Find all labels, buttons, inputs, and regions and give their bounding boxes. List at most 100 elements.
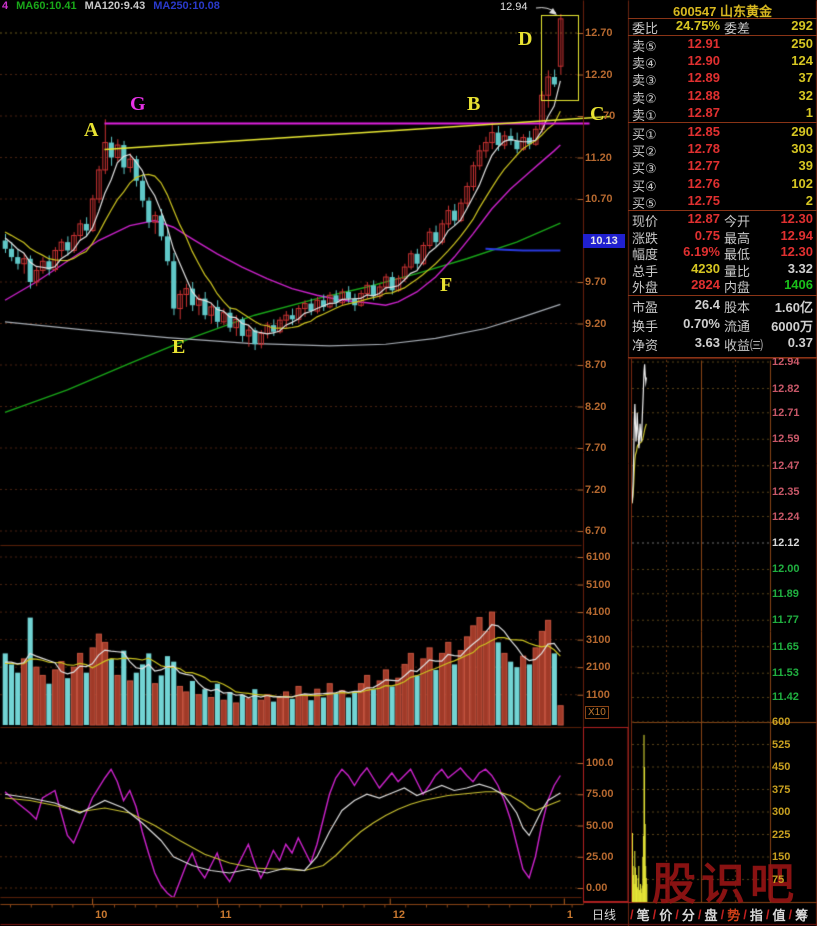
ask-row[interactable]: 卖②12.8832 [628, 88, 817, 105]
bid-row[interactable]: 买①12.85 290 [628, 124, 817, 141]
intraday-price-label: 12.35 [772, 486, 800, 498]
intraday-volume-label: 300 [772, 806, 790, 818]
tab-筹[interactable]: 筹 [792, 905, 811, 924]
bid-row[interactable]: 买④12.76 102 [628, 176, 817, 193]
level-price: 12.85 [658, 124, 720, 139]
level-qty: 32 [799, 88, 813, 103]
intraday-price-label: 12.24 [772, 511, 800, 523]
level-label: 买① [632, 124, 657, 143]
stat-row: 外盘2824内盘1406 [628, 277, 817, 294]
stat-value: 1.60亿 [775, 297, 813, 316]
month-label: 1 [567, 909, 573, 921]
kdj-axis-label: 50.00 [586, 820, 614, 832]
level-price: 12.91 [658, 36, 720, 51]
panel-separator [628, 35, 817, 36]
volume-axis-label: 6100 [586, 551, 610, 563]
level-label: 卖③ [632, 70, 657, 89]
price-axis-label: 6.70 [585, 525, 606, 537]
stat-row: 净资3.63收益㈢0.37 [628, 335, 817, 352]
quote-panel: 600547 山东黄金 委比 24.75% 委差 292 卖⑤12.91250卖… [628, 0, 817, 358]
intraday-volume-label: 375 [772, 784, 790, 796]
volume-axis-label: 4100 [586, 606, 610, 618]
weicha-value: 292 [791, 18, 813, 33]
stat-row: 幅度6.19%最低12.30 [628, 244, 817, 261]
stock-terminal-window: 4MA60:10.41MA120:9.43MA250:10.08 AGBCDEF… [0, 0, 817, 926]
bid-row[interactable]: 买⑤12.752 [628, 193, 817, 210]
ask-row[interactable]: 卖④12.90124 [628, 53, 817, 70]
price-axis-label: 9.70 [585, 276, 606, 288]
ma-value-label: MA60:10.41 [16, 0, 77, 12]
intraday-price-label: 12.00 [772, 563, 800, 575]
marker-letter-D: D [518, 28, 532, 51]
stat-label: 市盈 [632, 297, 658, 316]
stat-value: 26.4 [660, 297, 720, 312]
intraday-price-label: 11.77 [772, 614, 799, 626]
stat-value: 0.75 [660, 228, 720, 243]
panel-separator [628, 295, 817, 296]
intraday-price-label: 12.47 [772, 460, 800, 472]
volume-axis-label: 2100 [586, 661, 610, 673]
stat-value: 12.30 [780, 211, 813, 226]
intraday-volume-label: 450 [772, 761, 790, 773]
panel-separator [628, 122, 817, 123]
stat-value: 6.19% [660, 244, 720, 259]
tab-盘[interactable]: 盘 [702, 905, 721, 924]
intraday-price-label: 12.82 [772, 383, 800, 395]
tab-分[interactable]: 分 [679, 905, 698, 924]
ask-row[interactable]: 卖①12.871 [628, 105, 817, 122]
stat-value: 12.87 [660, 211, 720, 226]
price-axis-label: 7.70 [585, 442, 606, 454]
bid-row[interactable]: 买③12.7739 [628, 158, 817, 175]
ma-value-label: MA120:9.43 [85, 0, 146, 12]
ma-value-label: MA250:10.08 [153, 0, 220, 12]
intraday-volume-label: 75 [772, 874, 784, 886]
weibi-value: 24.75% [660, 18, 720, 33]
level-label: 买② [632, 141, 657, 160]
price-axis-label: 9.20 [585, 318, 606, 330]
stat-value: 6000万 [771, 316, 813, 335]
level-qty: 303 [791, 141, 813, 156]
level-qty: 290 [791, 124, 813, 139]
volume-axis-label: 5100 [586, 579, 610, 591]
tab-笔[interactable]: 笔 [634, 905, 653, 924]
level-label: 卖④ [632, 53, 657, 72]
level-label: 卖② [632, 88, 657, 107]
marker-letter-A: A [84, 119, 98, 142]
weibi-row: 委比 24.75% 委差 292 [628, 18, 817, 35]
price-axis-label: 8.20 [585, 401, 606, 413]
stat-label: 股本 [724, 297, 750, 316]
tab-势[interactable]: 势 [724, 905, 743, 924]
intraday-price-label: 11.53 [772, 667, 799, 679]
kdj-axis-label: 100.0 [586, 757, 614, 769]
price-axis-label: 12.70 [585, 27, 613, 39]
stat-value: 12.30 [780, 244, 813, 259]
stat-value: 3.63 [660, 335, 720, 350]
level-qty: 37 [799, 70, 813, 85]
kdj-axis-label: 75.00 [586, 788, 614, 800]
marker-letter-G: G [130, 93, 146, 116]
volume-axis-label: 3100 [586, 634, 610, 646]
tab-period-daily[interactable]: 日线 [592, 906, 616, 923]
volume-unit-label: X10 [585, 706, 609, 719]
level-label: 买③ [632, 158, 657, 177]
stat-value: 4230 [660, 261, 720, 276]
panel-separator [628, 210, 817, 211]
tab-价[interactable]: 价 [656, 905, 675, 924]
level-label: 买④ [632, 176, 657, 195]
tab-指[interactable]: 指 [747, 905, 766, 924]
ask-row[interactable]: 卖⑤12.91250 [628, 36, 817, 53]
intraday-price-label: 12.12 [772, 537, 800, 549]
price-axis-label: 12.20 [585, 69, 613, 81]
intraday-volume-label: 525 [772, 739, 790, 751]
level-price: 12.87 [658, 105, 720, 120]
intraday-price-label: 11.65 [772, 641, 799, 653]
level-qty: 102 [791, 176, 813, 191]
price-axis-label: 7.20 [585, 484, 606, 496]
intraday-price-label: 11.42 [772, 691, 799, 703]
ask-row[interactable]: 卖③12.8937 [628, 70, 817, 87]
level-qty: 124 [791, 53, 813, 68]
level-price: 12.76 [658, 176, 720, 191]
level-label: 卖① [632, 105, 657, 124]
bid-row[interactable]: 买②12.78303 [628, 141, 817, 158]
tab-值[interactable]: 值 [769, 905, 788, 924]
